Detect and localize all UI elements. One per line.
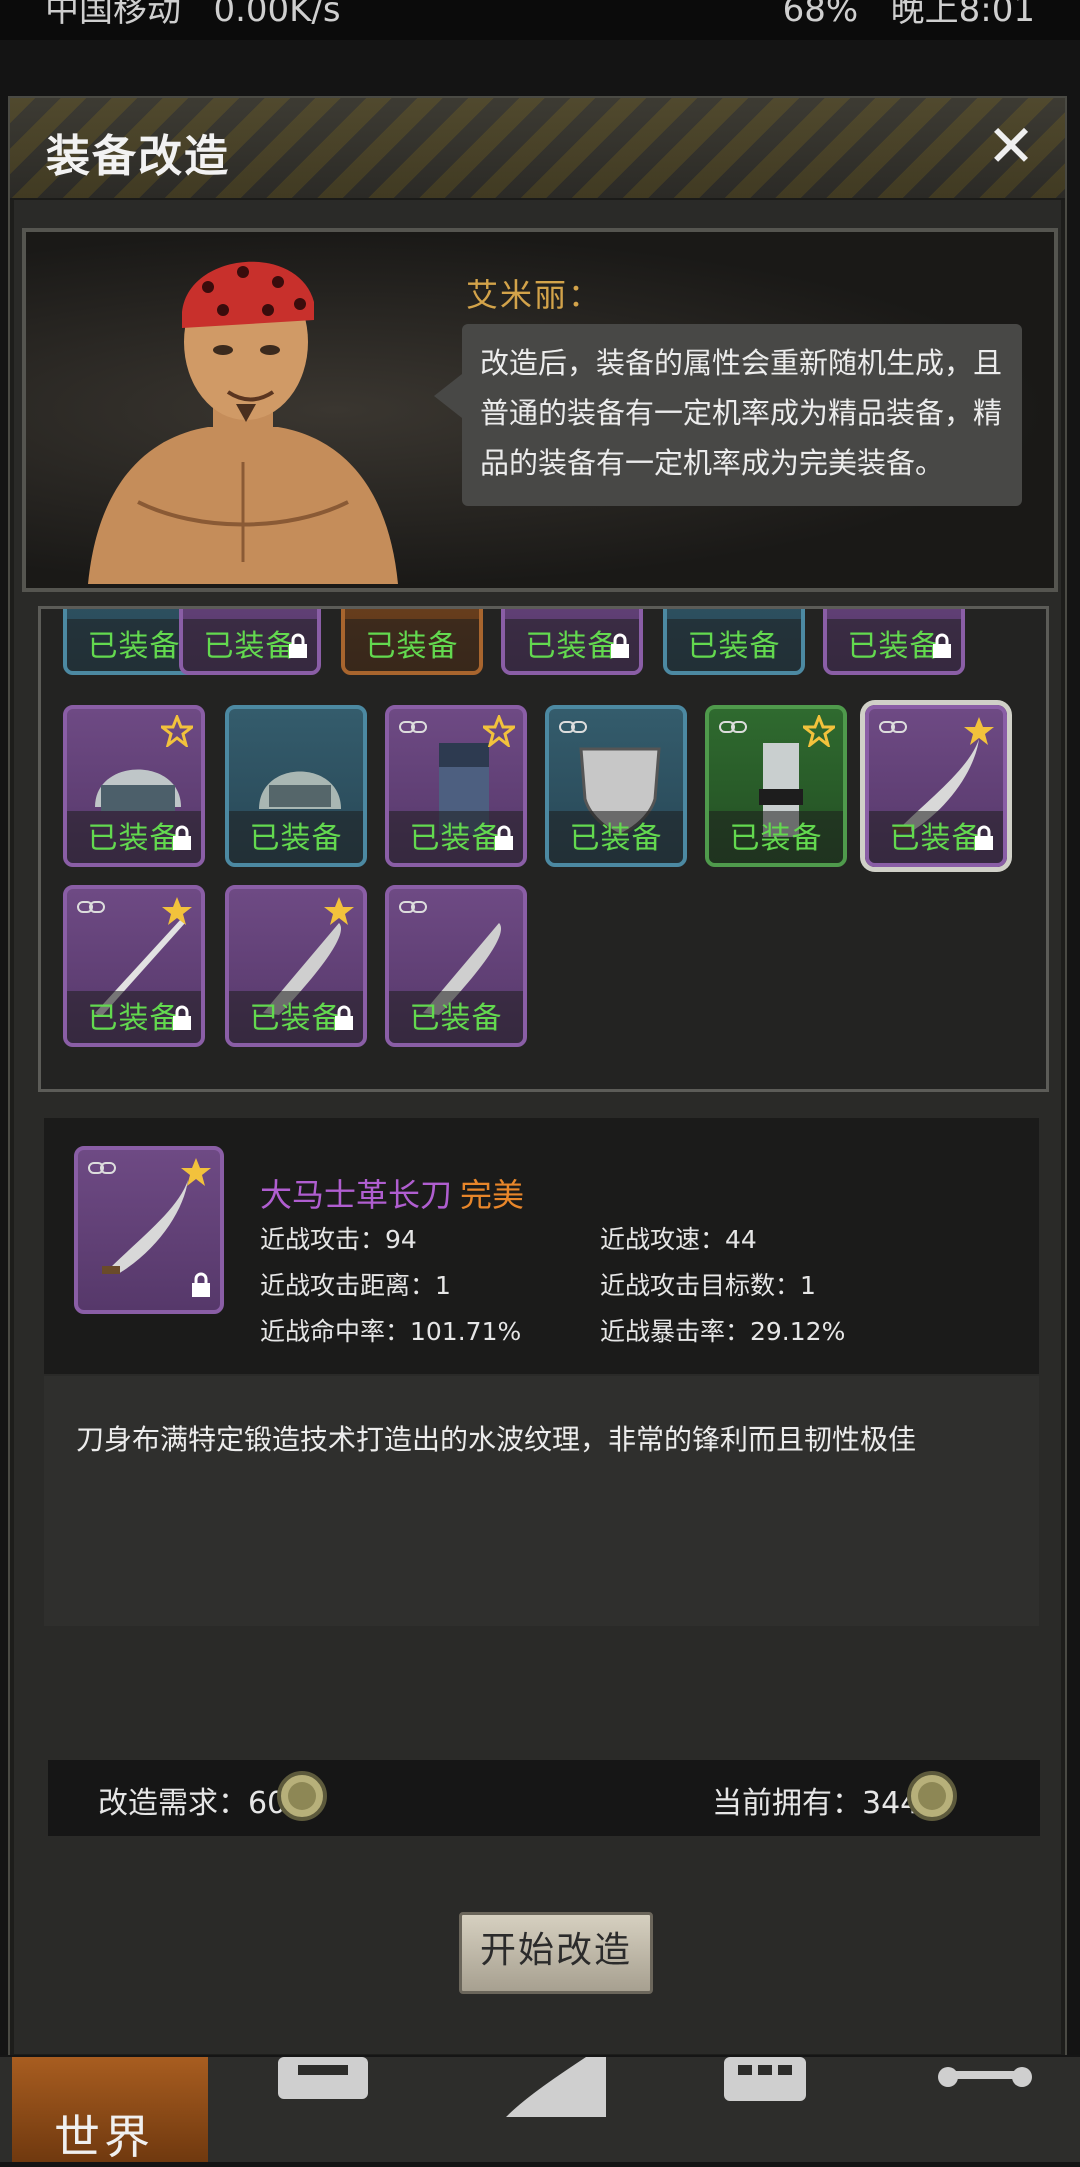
- vehicle-icon[interactable]: [930, 2057, 1040, 2117]
- item-description: 刀身布满特定锻造技术打造出的水波纹理，非常的锋利而且韧性极佳: [76, 1423, 917, 1456]
- npc-name: 艾米丽：: [466, 276, 603, 314]
- battery-level: 68%: [782, 0, 859, 30]
- lock-icon: [611, 633, 629, 658]
- star-filled-icon: [162, 897, 192, 925]
- stat-melee-attack: 近战攻击：94: [260, 1225, 417, 1254]
- stat-melee-targets: 近战攻击目标数：1: [600, 1271, 816, 1300]
- equipment-slot-selected-sabre[interactable]: 已装备: [865, 705, 1007, 867]
- detail-item-icon: [74, 1146, 224, 1314]
- cost-bar: 改造需求：60 当前拥有：344: [48, 1760, 1040, 1836]
- carrier: 中国移动: [45, 0, 181, 30]
- star-outline-icon: [803, 715, 835, 747]
- lock-icon: [933, 633, 951, 658]
- star-filled-icon: [181, 1158, 211, 1186]
- equipment-slot[interactable]: 已装备: [663, 609, 805, 675]
- bottom-tab-bar: 世界: [0, 2055, 1080, 2164]
- npc-speech-bubble: 改造后，装备的属性会重新随机生成，且普通的装备有一定机率成为精品装备，精品的装备…: [434, 324, 1022, 506]
- crafting-icon[interactable]: [710, 2057, 820, 2117]
- backpack-icon[interactable]: [268, 2057, 378, 2117]
- network-speed: 0.00K/s: [213, 0, 341, 30]
- tab-world[interactable]: 世界: [12, 2057, 208, 2164]
- equipment-slot-katana[interactable]: 已装备: [63, 885, 205, 1047]
- item-name-text: 大马士革长刀: [260, 1176, 453, 1214]
- star-outline-icon: [483, 715, 515, 747]
- item-name: 大马士革长刀 完美: [260, 1170, 524, 1216]
- equipment-slot[interactable]: 已装备: [823, 609, 965, 675]
- owned-amount: 当前拥有：344: [712, 1786, 920, 1821]
- lock-icon: [495, 825, 513, 850]
- equipped-label: 已装备: [365, 629, 459, 664]
- stat-melee-crit: 近战暴击率：29.12%: [600, 1317, 846, 1346]
- bottle-cap-icon: [277, 1771, 327, 1821]
- lock-icon: [975, 825, 993, 850]
- stat-melee-hit: 近战命中率：101.71%: [260, 1317, 522, 1346]
- clock: 晚上8:01: [890, 0, 1035, 30]
- star-outline-icon: [161, 715, 193, 747]
- lock-icon: [192, 1272, 210, 1297]
- equipment-slot[interactable]: 已装备: [341, 609, 483, 675]
- equipment-slot-vest[interactable]: 已装备: [385, 705, 527, 867]
- npc-dialog: 艾米丽： 改造后，装备的属性会重新随机生成，且普通的装备有一定机率成为精品装备，…: [22, 228, 1058, 592]
- item-quality: 完美: [460, 1176, 525, 1214]
- status-right: 68% 晚上8:01: [783, 0, 1035, 31]
- equipped-label: 已装备: [249, 821, 343, 856]
- equipment-slot-bracer[interactable]: 已装备: [705, 705, 847, 867]
- bottle-cap-icon: [907, 1771, 957, 1821]
- equipment-slot[interactable]: 已装备: [501, 609, 643, 675]
- equipped-label: 已装备: [687, 629, 781, 664]
- equipped-label: 已装备: [409, 1001, 503, 1036]
- star-filled-icon: [964, 717, 994, 745]
- description-box: [44, 1376, 1039, 1626]
- equipment-slot-shield[interactable]: 已装备: [545, 705, 687, 867]
- equipment-slot[interactable]: 已装备: [179, 609, 321, 675]
- stat-melee-speed: 近战攻速：44: [600, 1225, 757, 1254]
- equipment-slot-helmet[interactable]: 已装备: [225, 705, 367, 867]
- equipment-slot-machete[interactable]: 已装备: [225, 885, 367, 1047]
- lock-icon: [173, 1005, 191, 1030]
- equipped-label: 已装备: [729, 821, 823, 856]
- start-modify-button[interactable]: 开始改造: [459, 1912, 653, 1994]
- stat-melee-range: 近战攻击距离：1: [260, 1271, 451, 1300]
- required-cost: 改造需求：60: [98, 1786, 287, 1821]
- star-filled-icon: [324, 897, 354, 925]
- item-detail: 大马士革长刀 完美 近战攻击：94 近战攻速：44 近战攻击距离：1 近战攻击目标…: [44, 1118, 1039, 1374]
- equipped-label: 已装备: [569, 821, 663, 856]
- lock-icon: [289, 633, 307, 658]
- carrier-label: 中国移动 0.00K/s: [45, 0, 341, 31]
- lock-icon: [335, 1005, 353, 1030]
- equipment-slot-machete[interactable]: 已装备: [385, 885, 527, 1047]
- panel-header: 装备改造 ✕: [10, 98, 1065, 200]
- lock-icon: [173, 825, 191, 850]
- tab-world-label: 世界: [54, 2110, 154, 2164]
- close-icon[interactable]: ✕: [979, 114, 1043, 178]
- character-icon[interactable]: [496, 2057, 606, 2117]
- equipment-slot-police-helmet[interactable]: 已装备: [63, 705, 205, 867]
- npc-portrait-avatar: [88, 261, 398, 584]
- page-title: 装备改造: [46, 131, 230, 182]
- equipment-grid: 已装备 已装备 已装备 已装备 已装备 已装备 已装备 已装备 已装备 已装备 …: [38, 606, 1049, 1092]
- status-bar: 中国移动 0.00K/s 68% 晚上8:01: [0, 0, 1080, 40]
